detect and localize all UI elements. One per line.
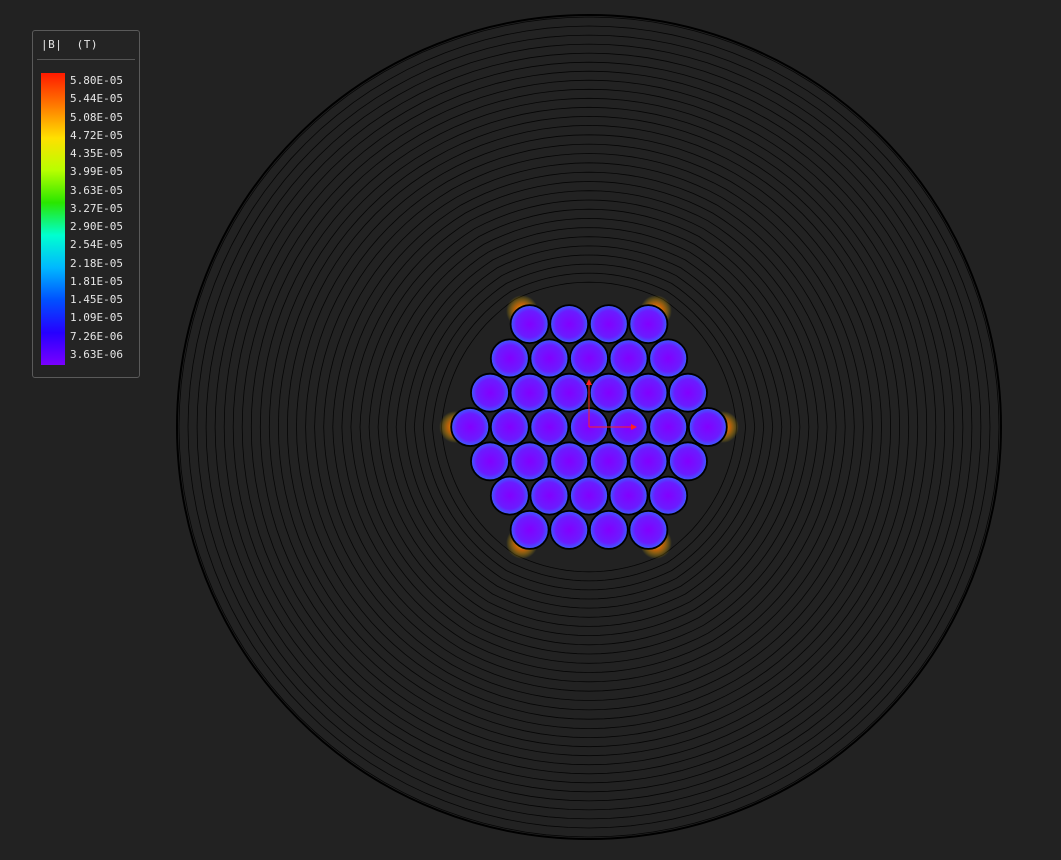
field-plot[interactable] — [0, 0, 1061, 860]
legend-color-bar — [41, 73, 65, 365]
conductor-strand — [608, 475, 649, 516]
conductor-strand — [509, 441, 550, 482]
conductor-strand — [450, 407, 491, 447]
conductor-strand — [569, 475, 609, 516]
conductor-strand — [628, 372, 669, 413]
legend-tick: 3.63E-06 — [70, 348, 123, 361]
conductor-strand — [588, 441, 629, 482]
legend-tick: 1.81E-05 — [70, 274, 123, 288]
conductor-strand — [588, 372, 629, 413]
conductor-strand — [470, 372, 510, 413]
conductor-strand — [509, 372, 550, 413]
legend-tick: 1.45E-05 — [70, 293, 123, 307]
legend-tick: 3.99E-05 — [70, 165, 123, 179]
legend-tick: 7.26E-06 — [70, 329, 123, 343]
conductor-strand — [588, 510, 629, 550]
legend-separator — [37, 59, 135, 60]
field-viewport[interactable]: |B| (T) 5.80E-05 5.44E-05 5.08E-05 4.72E-05… — [0, 0, 1061, 860]
conductor-strand — [687, 407, 728, 447]
conductor-strand — [588, 304, 629, 345]
legend-tick-labels: 5.80E-05 5.44E-05 5.08E-05 4.72E-05 4.35E-05… — [70, 73, 136, 365]
legend-tick: 2.54E-05 — [70, 238, 123, 252]
conductor-strand — [529, 475, 570, 516]
conductor-strand — [549, 441, 590, 482]
conductor-strand — [668, 441, 708, 482]
conductor-strand — [529, 407, 570, 447]
conductor-strand — [509, 304, 550, 345]
legend-tick: 4.35E-05 — [70, 147, 123, 161]
legend-tick: 5.08E-05 — [70, 110, 123, 124]
conductor-strand — [549, 372, 590, 413]
conductor-strand — [470, 441, 510, 482]
conductor-strand — [648, 475, 689, 516]
conductor-strand — [489, 407, 530, 447]
legend-tick: 4.72E-05 — [70, 128, 123, 142]
color-legend: |B| (T) 5.80E-05 5.44E-05 5.08E-05 4.72E-05… — [32, 30, 140, 378]
conductor-strand — [668, 372, 708, 413]
conductor-strand — [628, 304, 669, 345]
legend-title: |B| (T) — [41, 38, 98, 51]
conductor-strand — [648, 407, 689, 447]
legend-tick: 5.80E-05 — [70, 74, 123, 87]
conductor-strand — [549, 510, 590, 550]
conductor-strand — [509, 510, 550, 550]
legend-tick: 3.27E-05 — [70, 201, 123, 215]
conductor-strand — [489, 338, 530, 379]
conductor-strand — [628, 510, 669, 550]
legend-tick: 1.09E-05 — [70, 311, 123, 325]
conductor-strand — [489, 475, 530, 516]
conductor-strand — [648, 338, 689, 379]
legend-tick: 2.90E-05 — [70, 220, 123, 234]
legend-tick: 3.63E-05 — [70, 183, 123, 197]
conductor-strand — [628, 441, 669, 482]
conductor-strand — [608, 338, 649, 379]
conductor-strand — [529, 338, 570, 379]
legend-tick: 2.18E-05 — [70, 256, 123, 270]
conductor-strand — [549, 304, 590, 345]
legend-tick: 5.44E-05 — [70, 92, 123, 106]
conductor-strand — [569, 338, 609, 379]
